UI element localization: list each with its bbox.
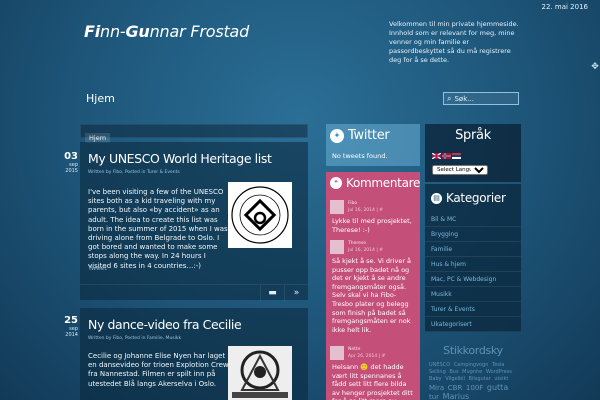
header-date: 22. mai 2016 xyxy=(541,3,588,11)
flag-norway-icon[interactable] xyxy=(442,153,451,159)
magnifier-icon[interactable]: ⌕ xyxy=(447,94,451,104)
category-link[interactable]: Turer & Events xyxy=(425,302,521,317)
post-meta: Written by Fibo, Posted in Familie, Musi… xyxy=(88,336,182,341)
tag-link[interactable]: UNESCO xyxy=(429,362,450,368)
comment-author[interactable]: Nette xyxy=(348,347,360,352)
post-thumbnail[interactable] xyxy=(228,182,292,248)
tag-link[interactable]: 100F xyxy=(466,384,483,392)
tag-link[interactable]: Bilsgutar xyxy=(469,376,491,382)
folder-icon: ▤ xyxy=(431,192,442,204)
comment-icon: ▬ xyxy=(268,288,277,298)
post-date: 03 sep 2015 xyxy=(60,151,78,174)
tag-cloud-title: Stikkordsky xyxy=(443,344,503,357)
post-thumbnail[interactable] xyxy=(228,346,292,400)
tag-link[interactable]: Baby xyxy=(429,376,442,382)
tag-link[interactable]: tur xyxy=(429,393,439,400)
site-title-part: Fi xyxy=(84,22,101,41)
categories-widget: ▤ Kategorier Bil & MC Brygging Familie H… xyxy=(425,184,521,332)
category-link[interactable]: Mac, PC & Webdesign xyxy=(425,272,521,287)
comments-widget: ❝ Kommentarer Fibo Jul 16, 2014 | # Lykk… xyxy=(326,172,420,400)
site-title-part: nn- xyxy=(100,22,126,41)
post-day: 03 xyxy=(64,151,78,162)
avatar xyxy=(330,200,344,214)
tag-link[interactable]: Bus xyxy=(449,369,458,375)
comment-date[interactable]: Apr 26, 2014 | # xyxy=(348,354,385,359)
category-link[interactable]: Bil & MC xyxy=(425,212,521,227)
avatar xyxy=(330,240,344,254)
breadcrumb: Hjem xyxy=(80,124,308,143)
twitter-widget: ✦ Twitter No tweets found. xyxy=(326,124,420,166)
language-widget: Språk Select Language xyxy=(425,124,521,182)
search-box: ⌕ xyxy=(443,92,519,105)
tag-link[interactable]: WordPress xyxy=(486,369,512,375)
post-meta: Written by Fibo, Posted in Turer & Event… xyxy=(88,170,180,175)
category-link[interactable]: Musikk xyxy=(425,287,521,302)
post-year: 2015 xyxy=(65,168,78,174)
tag-link[interactable]: Mugnhe xyxy=(462,369,482,375)
tag-link[interactable]: Mira xyxy=(429,384,444,392)
post-excerpt: I've been visiting a few of the UNESCO s… xyxy=(88,188,228,270)
unesco-emblem-image xyxy=(231,186,289,244)
tweet-link[interactable]: Tweet xyxy=(88,264,107,272)
language-select[interactable]: Select Language xyxy=(432,165,488,175)
post-footer: ▬ » xyxy=(80,284,308,301)
post-date: 25 sep 2014 xyxy=(60,315,78,338)
post-title[interactable]: My UNESCO World Heritage list xyxy=(88,151,272,166)
tag-cloud: UNESCO Campingvogn Tesla Seiling Bus Mug… xyxy=(429,362,517,400)
tag-link[interactable]: Campingvogn xyxy=(454,362,489,368)
site-title-part: nnar Frostad xyxy=(149,22,250,41)
tag-link[interactable]: utsikt xyxy=(494,376,508,382)
search-input[interactable] xyxy=(454,94,515,103)
nav-home-link[interactable]: Hjem xyxy=(86,92,115,105)
comment-button[interactable]: ▬ xyxy=(260,285,284,301)
category-link[interactable]: Brygging xyxy=(425,227,521,242)
flag-list xyxy=(432,153,461,159)
twitter-empty-message: No tweets found. xyxy=(332,152,388,160)
dance-poster-image xyxy=(228,346,292,400)
flag-uk-icon[interactable] xyxy=(432,153,441,159)
comment-text: Lykke til med prosjektet, Therese! :-) xyxy=(332,217,412,234)
twitter-bird-icon: ✦ xyxy=(330,128,344,143)
post-year: 2014 xyxy=(65,332,78,338)
tag-link[interactable]: gutta xyxy=(487,383,508,392)
comment-author[interactable]: Therese xyxy=(348,241,366,246)
post-excerpt: Cecilie og Johanne Elise Nyen har laget … xyxy=(88,352,229,388)
comment-author[interactable]: Fibo xyxy=(348,201,357,206)
tag-link[interactable]: Vilgelbil xyxy=(445,376,465,382)
category-link[interactable]: Familie xyxy=(425,242,521,257)
site-title[interactable]: Finn-Gunnar Frostad xyxy=(84,22,249,41)
comment-date[interactable]: Jul 16, 2014 | # xyxy=(348,208,383,213)
tag-link[interactable]: Seiling xyxy=(429,369,446,375)
category-list: Bil & MC Brygging Familie Hus & hjem Mac… xyxy=(425,212,521,332)
site-title-part: Gu xyxy=(125,22,150,41)
speech-bubble-icon: ❝ xyxy=(330,177,342,189)
category-link[interactable]: Ukategorisert xyxy=(425,317,521,332)
comments-widget-title: Kommentarer xyxy=(346,176,420,190)
read-more-button[interactable]: » xyxy=(284,285,308,301)
side-toolbar-icon[interactable]: ✥ xyxy=(590,62,600,82)
flag-serbia-icon[interactable] xyxy=(452,153,461,159)
tag-link[interactable]: CBR xyxy=(448,384,463,392)
post-card: My UNESCO World Heritage list Written by… xyxy=(80,142,308,301)
categories-widget-title: Kategorier xyxy=(446,191,506,205)
post-title[interactable]: Ny dance-video fra Cecilie xyxy=(88,317,242,332)
twitter-widget-title: Twitter xyxy=(348,128,390,143)
comment-text: Så kjekt å se. Vi driver å pusser opp ba… xyxy=(332,257,412,334)
avatar xyxy=(330,346,344,360)
tag-link[interactable]: Marius xyxy=(443,392,470,400)
post-card: Ny dance-video fra Cecilie Written by Fi… xyxy=(80,308,308,400)
language-widget-title: Språk xyxy=(455,128,491,143)
double-chevron-right-icon: » xyxy=(293,288,300,298)
category-link[interactable]: Hus & hjem xyxy=(425,257,521,272)
welcome-text: Velkommen til min private hjemmeside. In… xyxy=(389,20,519,64)
comment-text: Helsann 🙂 det hadde vært litt spennanes … xyxy=(332,363,413,400)
post-day: 25 xyxy=(64,315,78,326)
tag-link[interactable]: Tesla xyxy=(492,362,504,368)
comment-date[interactable]: Jul 16, 2014 | # xyxy=(348,248,383,253)
